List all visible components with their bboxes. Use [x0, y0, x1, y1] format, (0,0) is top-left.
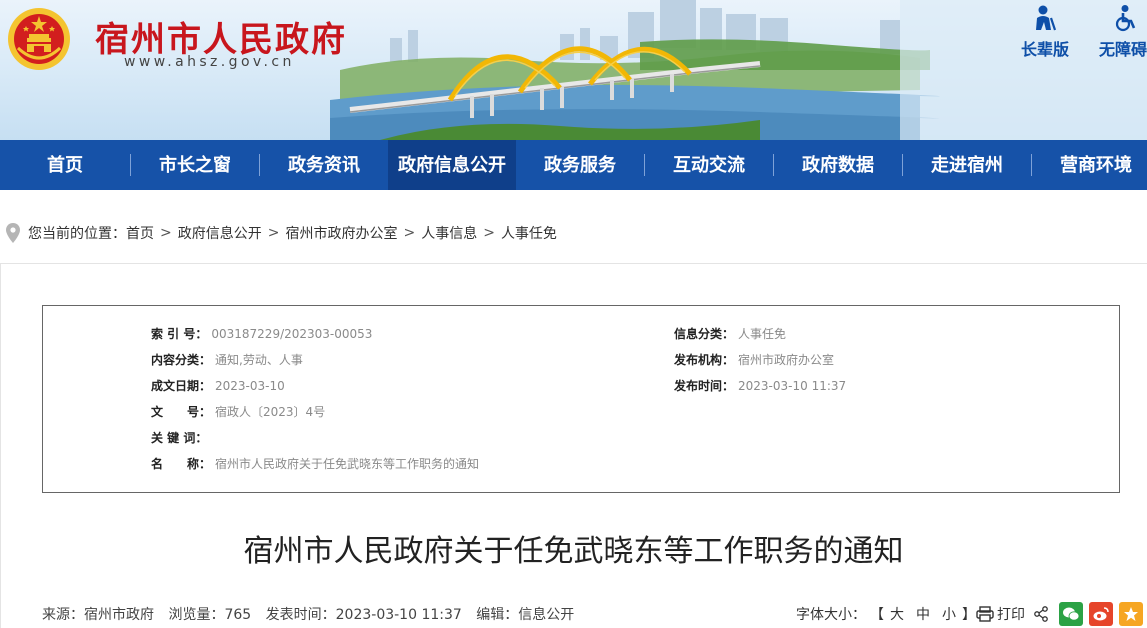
- nav-item-about-suzhou[interactable]: 走进宿州: [903, 140, 1031, 190]
- font-size-medium-button[interactable]: 中: [916, 604, 930, 624]
- bracket-close: 】: [962, 607, 976, 623]
- site-header: 宿州市人民政府 www.ahsz.gov.cn 长辈版 无障碍: [0, 0, 1147, 140]
- favorite-button[interactable]: [1119, 602, 1143, 626]
- wheelchair-icon: [1115, 5, 1136, 32]
- meta-publisher: 发布机构： 宿州市政府办公室: [674, 351, 834, 369]
- meta-created-date-value: 2023-03-10: [215, 379, 285, 393]
- main-nav: 首页 市长之窗 政务资讯 政府信息公开 政务服务 互动交流 政府数据 走进宿州 …: [0, 140, 1147, 190]
- meta-content-category-label: 内容分类：: [151, 353, 212, 367]
- article-views: 浏览量：765: [168, 607, 252, 623]
- site-url: www.ahsz.gov.cn: [124, 54, 295, 70]
- meta-doc-number-value: 宿政人〔2023〕4号: [215, 405, 326, 419]
- meta-name-value: 宿州市人民政府关于任免武晓东等工作职务的通知: [215, 457, 480, 471]
- article-title: 宿州市人民政府关于任免武晓东等工作职务的通知: [243, 534, 904, 569]
- meta-info-category: 信息分类： 人事任免: [674, 325, 786, 343]
- meta-keywords: 关 键 词：: [151, 429, 211, 447]
- nav-item-interaction[interactable]: 互动交流: [645, 140, 773, 190]
- wechat-share-button[interactable]: [1059, 602, 1083, 626]
- meta-name-label: 名 称：: [151, 457, 212, 471]
- meta-doc-number: 文 号： 宿政人〔2023〕4号: [151, 403, 325, 421]
- breadcrumb-appointments[interactable]: 人事任免: [501, 223, 557, 243]
- meta-keywords-label: 关 键 词：: [151, 431, 208, 445]
- elder-mode-label: 长辈版: [1020, 40, 1069, 59]
- weibo-share-button[interactable]: [1089, 602, 1113, 626]
- share-icon[interactable]: [1033, 606, 1049, 622]
- font-size-small-button[interactable]: 小: [942, 604, 956, 624]
- meta-content-category: 内容分类： 通知,劳动、人事: [151, 351, 303, 369]
- bracket-open: 【: [870, 607, 884, 623]
- nav-item-info-disclosure[interactable]: 政府信息公开: [388, 140, 516, 190]
- nav-item-home[interactable]: 首页: [0, 140, 130, 190]
- article-source: 来源：宿州市政府: [42, 607, 154, 623]
- meta-publish-time: 发布时间： 2023-03-10 11:37: [674, 377, 846, 395]
- accessibility-button[interactable]: 无障碍: [1099, 4, 1147, 60]
- breadcrumb-separator: >: [267, 225, 280, 241]
- meta-created-date-label: 成文日期：: [151, 379, 212, 393]
- nav-item-business[interactable]: 营商环境: [1032, 140, 1147, 190]
- article-info-bar: 来源：宿州市政府 浏览量：765 发表时间：2023-03-10 11:37 编…: [42, 604, 584, 624]
- meta-publisher-value: 宿州市政府办公室: [738, 353, 835, 367]
- breadcrumb-info-disclosure[interactable]: 政府信息公开: [178, 223, 262, 243]
- breadcrumb-separator: >: [403, 225, 416, 241]
- font-size-large-button[interactable]: 大: [890, 604, 904, 624]
- meta-doc-number-label: 文 号：: [151, 405, 212, 419]
- meta-publish-time-label: 发布时间：: [674, 379, 735, 393]
- nav-item-news[interactable]: 政务资讯: [260, 140, 388, 190]
- meta-publish-time-value: 2023-03-10 11:37: [738, 379, 847, 393]
- nav-item-data[interactable]: 政府数据: [774, 140, 902, 190]
- breadcrumb-personnel-info[interactable]: 人事信息: [421, 223, 477, 243]
- star-icon: [1124, 607, 1138, 621]
- elder-mode-button[interactable]: 长辈版: [1014, 4, 1076, 60]
- breadcrumb: 您当前的位置： 首页 > 政府信息公开 > 宿州市政府办公室 > 人事信息 > …: [6, 222, 557, 244]
- breadcrumb-gov-office[interactable]: 宿州市政府办公室: [285, 223, 397, 243]
- meta-info-category-value: 人事任免: [738, 327, 787, 341]
- nav-item-mayor[interactable]: 市长之窗: [131, 140, 259, 190]
- weibo-icon: [1093, 607, 1109, 621]
- wechat-icon: [1063, 607, 1080, 621]
- meta-info-category-label: 信息分类：: [674, 327, 735, 341]
- article-editor: 编辑：信息公开: [476, 607, 575, 623]
- elder-person-icon: [1036, 5, 1057, 31]
- breadcrumb-prefix: 您当前的位置：: [28, 226, 126, 242]
- meta-name: 名 称： 宿州市人民政府关于任免武晓东等工作职务的通知: [151, 455, 479, 473]
- meta-created-date: 成文日期： 2023-03-10: [151, 377, 285, 395]
- meta-index: 索 引 号： 003187229/202303-00053: [151, 325, 372, 343]
- nav-item-services[interactable]: 政务服务: [516, 140, 644, 190]
- breadcrumb-separator: >: [160, 225, 172, 241]
- meta-index-label: 索 引 号：: [151, 327, 208, 341]
- printer-icon: [976, 606, 994, 622]
- accessibility-label: 无障碍: [1099, 40, 1147, 59]
- meta-publisher-label: 发布机构：: [674, 353, 735, 367]
- meta-content-category-value: 通知,劳动、人事: [215, 353, 303, 367]
- font-size-label: 字体大小：: [796, 607, 866, 623]
- meta-index-value: 003187229/202303-00053: [211, 327, 373, 341]
- breadcrumb-separator: >: [483, 225, 495, 241]
- article-tools: 字体大小： 【 大 中 小 】 打印: [796, 600, 1147, 628]
- location-pin-icon: [6, 223, 20, 243]
- national-emblem-logo: [8, 8, 70, 70]
- print-label: 打印: [997, 607, 1025, 623]
- breadcrumb-home[interactable]: 首页: [126, 223, 154, 243]
- print-button[interactable]: 打印: [976, 604, 1025, 624]
- article-publish-time: 发表时间：2023-03-10 11:37: [265, 607, 462, 623]
